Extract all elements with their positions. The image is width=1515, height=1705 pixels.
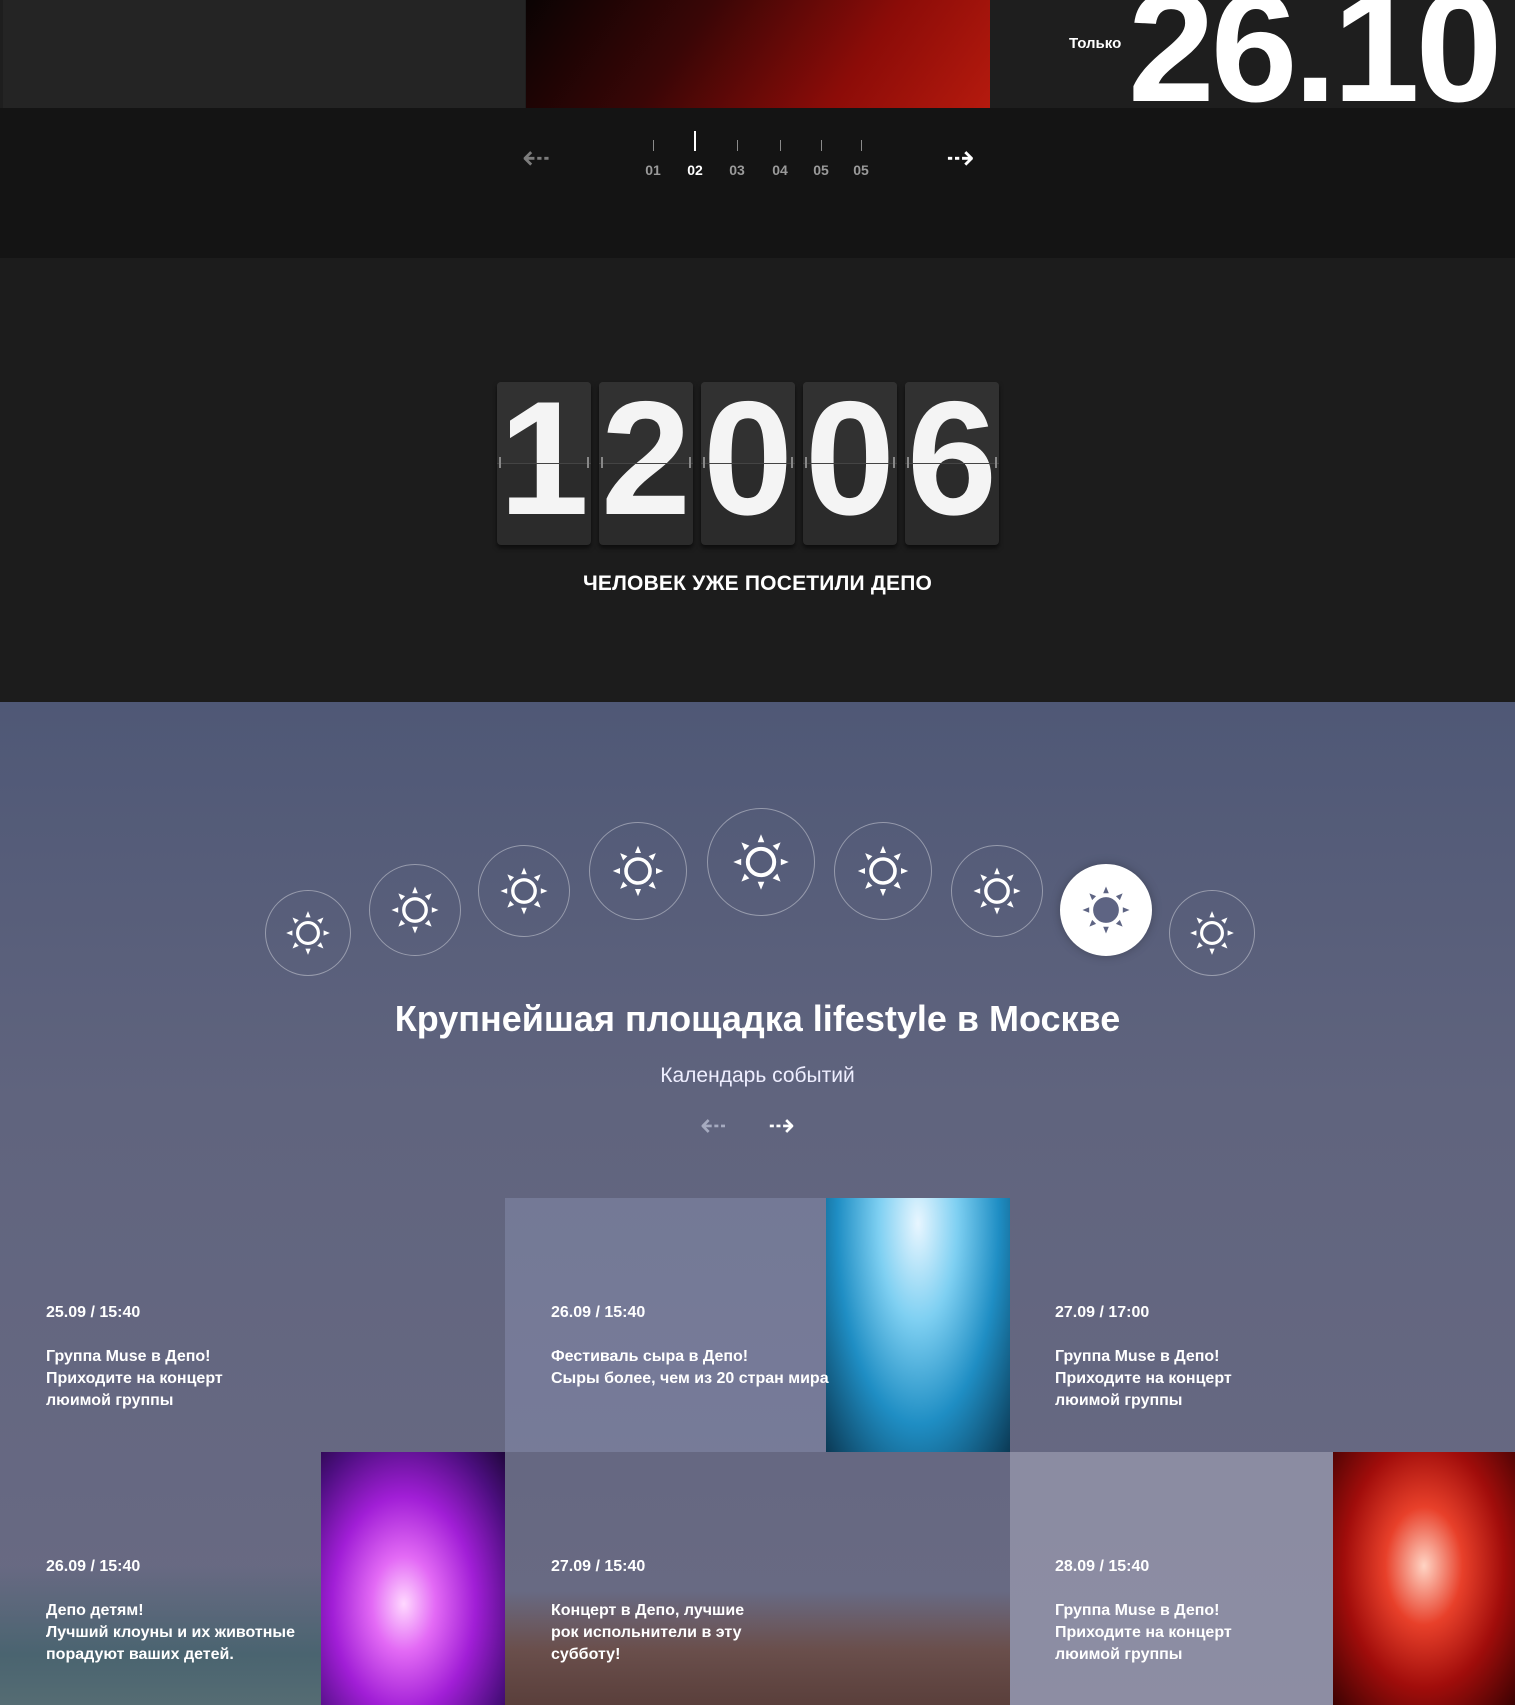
flip-digit: 0 — [803, 382, 897, 545]
hero-date: 26.10 — [1128, 0, 1502, 108]
weather-option[interactable] — [589, 822, 687, 920]
pager-label: 05 — [813, 162, 829, 178]
event-description: Группа Muse в Депо! Приходите на концерт… — [46, 1348, 223, 1409]
flip-digit: 2 — [599, 382, 693, 545]
hero-banner: Только 26.10 — [0, 0, 1515, 108]
pager-item[interactable]: 04 — [760, 128, 800, 178]
pager-item-active[interactable]: 02 — [675, 128, 715, 178]
flip-digit: 0 — [701, 382, 795, 545]
pager-label: 03 — [729, 162, 745, 178]
weather-option[interactable] — [1169, 890, 1255, 976]
pager-label: 01 — [645, 162, 661, 178]
visitor-counter: 1 2 0 0 6 ЧЕЛОВЕК УЖЕ ПОСЕТИЛИ ДЕПО — [0, 258, 1515, 702]
weather-option[interactable] — [478, 845, 570, 937]
event-card[interactable]: 25.09 / 15:40 Группа Muse в Депо! Приход… — [0, 1198, 505, 1452]
pager-label: 02 — [687, 162, 703, 178]
arrow-right-icon[interactable]: ⇢ — [768, 1109, 795, 1141]
flip-digit: 6 — [905, 382, 999, 545]
weather-option-active[interactable] — [1060, 864, 1152, 956]
weather-option[interactable] — [951, 845, 1043, 937]
weather-option[interactable] — [707, 808, 815, 916]
event-card[interactable]: 26.09 / 15:40 Фестиваль сыра в Депо! Сыр… — [505, 1198, 1010, 1452]
weather-option[interactable] — [369, 864, 461, 956]
event-date: 28.09 / 15:40 — [1055, 1558, 1150, 1575]
hero-only-label: Только — [1069, 35, 1122, 52]
weather-option[interactable] — [265, 890, 351, 976]
arrow-left-icon[interactable]: ⇠ — [700, 1109, 727, 1141]
calendar-title: Крупнейшая площадка lifestyle в Москве — [394, 998, 1121, 1039]
pager-item[interactable]: 03 — [717, 128, 757, 178]
event-description: Группа Muse в Депо! Приходите на концерт… — [1055, 1348, 1232, 1409]
event-date: 26.09 / 15:40 — [46, 1558, 141, 1575]
calendar-subtitle: Календарь событий — [660, 1064, 855, 1087]
arrow-left-icon[interactable]: ⇠ — [522, 141, 551, 175]
event-description: Депо детям! Лучший клоуны и их животные … — [46, 1602, 295, 1663]
hero-panel-dark — [3, 0, 525, 108]
event-card[interactable]: 27.09 / 15:40 Концерт в Депо, лучшие рок… — [505, 1452, 1010, 1705]
event-date: 27.09 / 15:40 — [551, 1558, 646, 1575]
event-description: Группа Muse в Депо! Приходите на концерт… — [1055, 1602, 1232, 1663]
event-description: Концерт в Депо, лучшие рок испольнители … — [551, 1602, 745, 1663]
event-date: 26.09 / 15:40 — [551, 1304, 646, 1321]
events-calendar: Крупнейшая площадка lifestyle в Москве К… — [0, 702, 1515, 1705]
event-photo-concert — [826, 1198, 1010, 1452]
pager-item[interactable]: 05 — [801, 128, 841, 178]
pager-label: 05 — [853, 162, 869, 178]
pager-label: 04 — [772, 162, 788, 178]
hero-image-red — [526, 0, 990, 108]
flip-digit: 1 — [497, 382, 591, 545]
slider-navigation: ⇠ 01 02 03 04 05 05 ⇢ — [0, 108, 1515, 258]
event-date: 27.09 / 17:00 — [1055, 1304, 1150, 1321]
event-photo-stage — [321, 1452, 505, 1705]
counter-caption: ЧЕЛОВЕК УЖЕ ПОСЕТИЛИ ДЕПО — [582, 572, 933, 595]
pager-item[interactable]: 05 — [841, 128, 881, 178]
arrow-right-icon[interactable]: ⇢ — [946, 141, 975, 175]
event-card[interactable]: 27.09 / 17:00 Группа Muse в Депо! Приход… — [1010, 1198, 1515, 1452]
event-card[interactable]: 26.09 / 15:40 Депо детям! Лучший клоуны … — [0, 1452, 505, 1705]
event-date: 25.09 / 15:40 — [46, 1304, 141, 1321]
pager-item[interactable]: 01 — [633, 128, 673, 178]
event-photo-rock-concert — [1333, 1452, 1515, 1705]
event-description: Фестиваль сыра в Депо! Сыры более, чем и… — [551, 1348, 829, 1387]
weather-option[interactable] — [834, 822, 932, 920]
event-card[interactable]: 28.09 / 15:40 Группа Muse в Депо! Приход… — [1010, 1452, 1515, 1705]
